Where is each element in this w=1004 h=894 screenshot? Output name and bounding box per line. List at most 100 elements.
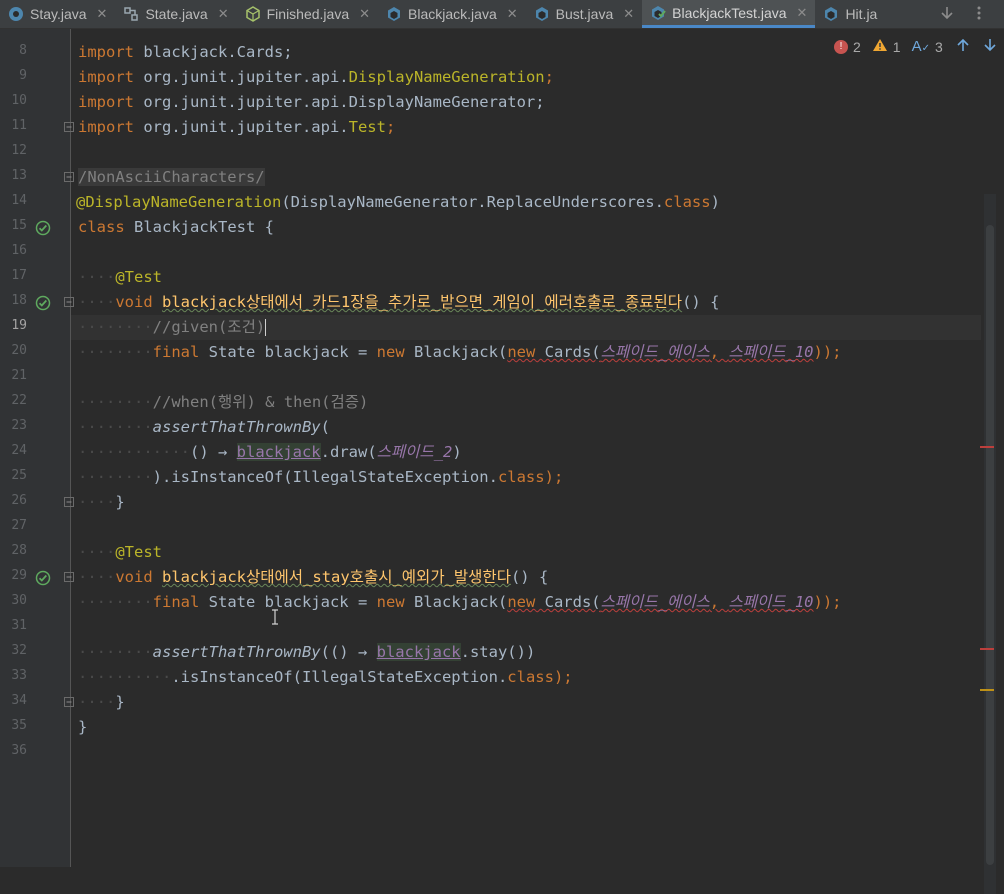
constant: 스페이드_에이스 [600, 593, 710, 611]
text-cursor [265, 319, 267, 336]
tab-blackjacktest-java[interactable]: BlackjackTest.java ✕ [642, 0, 816, 28]
error-count: 2 [853, 38, 861, 55]
code-line-19[interactable]: ········//given(조건) [78, 315, 267, 340]
code-text: org.junit.jupiter.api. [134, 68, 349, 86]
code-line-20[interactable]: ········final State blackjack = new Blac… [78, 340, 842, 365]
error-stripe-marker[interactable] [980, 648, 994, 650]
tab-finished-java[interactable]: Finished.java ✕ [237, 0, 378, 28]
inspection-widget[interactable]: ! 2 1 A✓ 3 [834, 38, 997, 55]
keyword: import [78, 43, 134, 61]
code-text: ; [385, 118, 396, 136]
annotation: @DisplayNameGeneration [76, 193, 282, 211]
close-icon[interactable]: ✕ [359, 6, 370, 22]
code-line-32[interactable]: ········assertThatThrownBy(() → blackjac… [78, 640, 535, 665]
line-number: 32 [11, 643, 27, 658]
run-test-method-icon[interactable] [35, 570, 51, 586]
line-number: 28 [11, 543, 27, 558]
line-number: 20 [11, 343, 27, 358]
code-line-13[interactable]: /NonAsciiCharacters/ [78, 165, 265, 190]
typo-count: 3 [935, 38, 943, 55]
variable: blackjack [376, 643, 461, 661]
arrow-down-icon[interactable] [940, 6, 954, 23]
whitespace-indent: ········ [78, 393, 153, 411]
code-line-34[interactable]: ····} [78, 690, 125, 715]
code-line-17[interactable]: ····@Test [78, 265, 162, 290]
line-number: 17 [11, 268, 27, 283]
whitespace-indent: ·········· [78, 668, 172, 686]
code-text: = [348, 593, 377, 611]
annotation-name: DisplayNameGeneration [348, 68, 545, 86]
code-line-15[interactable]: class BlackjackTest { [78, 215, 274, 240]
code-line-29[interactable]: ····void blackjack상태에서_stay호출시_예외가_발생한다(… [78, 565, 548, 590]
tab-label: State.java [145, 6, 208, 22]
keyword: import [78, 68, 134, 86]
static-method-call: assertThatThrownBy [152, 418, 321, 436]
code-line-26[interactable]: ····} [78, 490, 125, 515]
code-line-23[interactable]: ········assertThatThrownBy( [78, 415, 330, 440]
code-editor[interactable]: 8 9 10 11 12 13 14 15 16 17 18 19 20 21 … [0, 29, 1004, 894]
comment: //when(행위) & then(검증) [152, 393, 369, 411]
line-number: 10 [11, 93, 27, 108]
code-line-11[interactable]: import org.junit.jupiter.api.Test; [78, 115, 395, 140]
code-text: )); [813, 343, 842, 361]
tab-state-java[interactable]: State.java ✕ [115, 0, 236, 28]
tab-stay-java[interactable]: Stay.java ✕ [0, 0, 115, 28]
code-line-24[interactable]: ············() → blackjack.draw(스페이드_2) [78, 440, 462, 465]
fold-marker-icon[interactable] [64, 297, 74, 307]
keyword: new [376, 343, 405, 361]
line-number: 18 [11, 293, 27, 308]
close-icon[interactable]: ✕ [218, 6, 229, 22]
error-stripe-marker[interactable] [980, 446, 994, 448]
whitespace-indent: ···· [78, 268, 116, 286]
code-line-14[interactable]: @DisplayNameGeneration(DisplayNameGenera… [76, 190, 720, 215]
keyword: class [78, 218, 125, 236]
fold-marker-icon[interactable] [64, 572, 74, 582]
fold-marker-icon[interactable] [64, 172, 74, 182]
line-number: 36 [11, 743, 27, 758]
line-number: 19 [11, 318, 27, 333]
line-number: 22 [11, 393, 27, 408]
whitespace-indent: ···· [78, 293, 116, 311]
code-line-30[interactable]: ········final State blackjack = new Blac… [78, 590, 842, 615]
keyword: new [507, 343, 536, 361]
code-text: Blackjack( [404, 593, 508, 611]
line-number: 35 [11, 718, 27, 733]
code-line-8[interactable]: import blackjack.Cards; [78, 40, 293, 65]
line-number: 21 [11, 368, 27, 383]
tab-bust-java[interactable]: Bust.java ✕ [526, 0, 643, 28]
tab-label: Stay.java [30, 6, 87, 22]
warning-stripe-marker[interactable] [980, 689, 994, 691]
code-text: .isInstanceOf(IllegalStateException. [171, 668, 508, 686]
code-line-25[interactable]: ········).isInstanceOf(IllegalStateExcep… [78, 465, 563, 490]
java-class-icon [823, 6, 839, 22]
code-line-10[interactable]: import org.junit.jupiter.api.DisplayName… [78, 90, 545, 115]
method-name: blackjack상태에서_카드1장을_추가로_받으면_게임이_에러호출로_종료… [162, 293, 683, 311]
tab-blackjack-java[interactable]: Blackjack.java ✕ [378, 0, 526, 28]
vertical-scrollbar-thumb[interactable] [986, 225, 994, 865]
code-line-35[interactable]: } [78, 715, 87, 740]
close-icon[interactable]: ✕ [797, 5, 808, 21]
fold-marker-icon[interactable] [64, 697, 74, 707]
more-options-icon[interactable] [976, 5, 982, 24]
annotation: @Test [115, 543, 162, 561]
close-icon[interactable]: ✕ [97, 6, 108, 22]
fold-marker-icon[interactable] [64, 122, 74, 132]
fold-marker-icon[interactable] [64, 497, 74, 507]
close-icon[interactable]: ✕ [623, 6, 634, 22]
previous-highlight-icon[interactable] [956, 38, 970, 55]
code-line-33[interactable]: ··········.isInstanceOf(IllegalStateExce… [78, 665, 573, 690]
run-test-class-icon[interactable] [35, 220, 51, 236]
next-highlight-icon[interactable] [983, 38, 997, 55]
java-class-icon [8, 6, 24, 22]
code-line-18[interactable]: ····void blackjack상태에서_카드1장을_추가로_받으면_게임이… [78, 290, 719, 315]
comment: //given(조건) [152, 318, 266, 336]
whitespace-indent: ···· [78, 568, 116, 586]
run-test-method-icon[interactable] [35, 295, 51, 311]
tab-hit-java[interactable]: Hit.ja [815, 0, 885, 28]
code-line-9[interactable]: import org.junit.jupiter.api.DisplayName… [78, 65, 554, 90]
close-icon[interactable]: ✕ [507, 6, 518, 22]
code-line-28[interactable]: ····@Test [78, 540, 162, 565]
code-line-22[interactable]: ········//when(행위) & then(검증) [78, 390, 368, 415]
whitespace-indent: ···· [78, 693, 116, 711]
java-class-icon [534, 6, 550, 22]
